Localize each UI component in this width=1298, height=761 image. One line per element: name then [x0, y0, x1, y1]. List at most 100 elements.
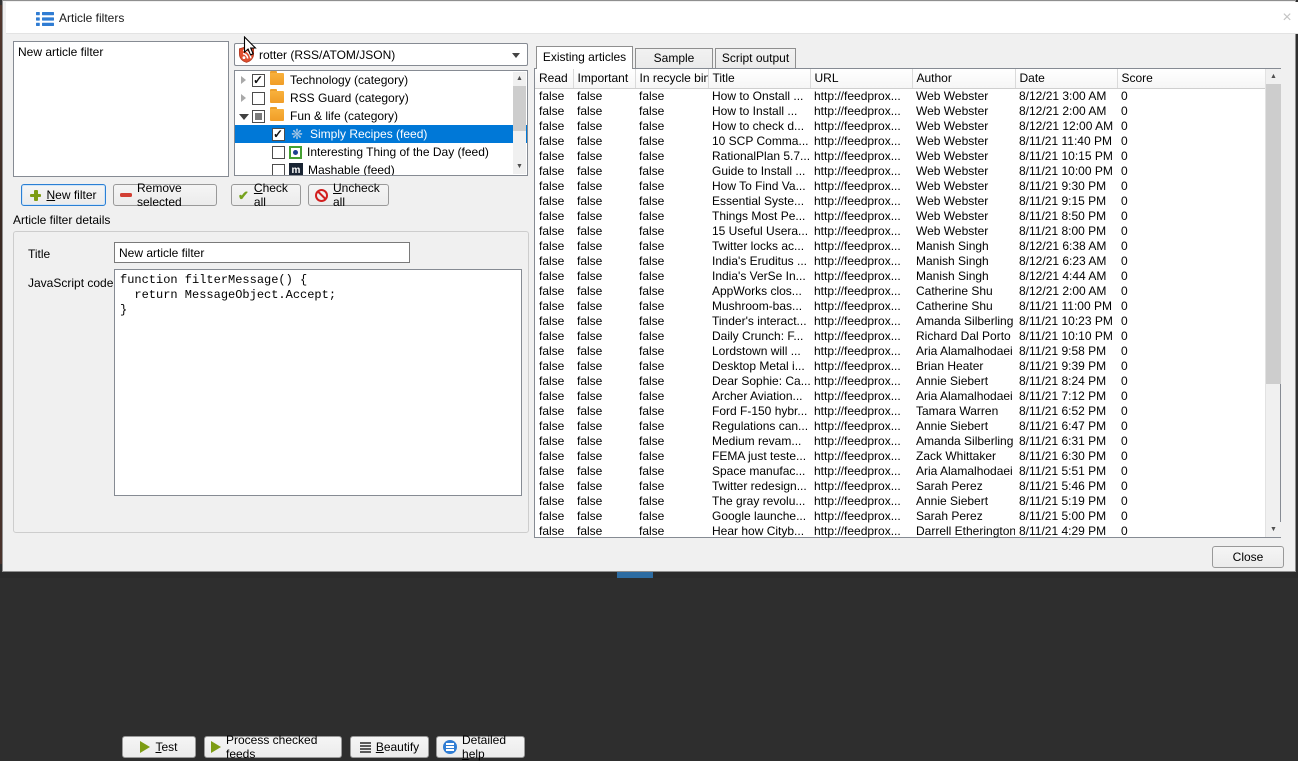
cell-author[interactable]: Web Webster	[912, 224, 1015, 239]
cell-date[interactable]: 8/11/21 10:23 PM	[1015, 314, 1117, 329]
checkbox-checked[interactable]	[272, 128, 285, 141]
cell-important[interactable]: false	[573, 179, 635, 194]
cell-date[interactable]: 8/11/21 5:00 PM	[1015, 509, 1117, 524]
cell-date[interactable]: 8/11/21 10:10 PM	[1015, 329, 1117, 344]
cell-read[interactable]: false	[535, 299, 573, 314]
cell-author[interactable]: Manish Singh	[912, 254, 1015, 269]
cell-read[interactable]: false	[535, 239, 573, 254]
cell-title[interactable]: RationalPlan 5.7...	[708, 149, 810, 164]
cell-important[interactable]: false	[573, 419, 635, 434]
cell-read[interactable]: false	[535, 269, 573, 284]
cell-author[interactable]: Catherine Shu	[912, 299, 1015, 314]
cell-score[interactable]: 0	[1117, 179, 1266, 194]
cell-in-recycle-bin[interactable]: false	[635, 269, 708, 284]
tree-scrollbar[interactable]: ▲ ▼	[513, 72, 526, 174]
table-row[interactable]: falsefalsefalseArcher Aviation...http://…	[535, 389, 1266, 404]
cell-in-recycle-bin[interactable]: false	[635, 389, 708, 404]
cell-read[interactable]: false	[535, 329, 573, 344]
cell-title[interactable]: Twitter redesign...	[708, 479, 810, 494]
column-header-read[interactable]: Read	[535, 69, 573, 88]
title-input[interactable]	[114, 242, 410, 263]
cell-title[interactable]: Desktop Metal i...	[708, 359, 810, 374]
cell-date[interactable]: 8/11/21 8:00 PM	[1015, 224, 1117, 239]
table-row[interactable]: falsefalsefalseThe gray revolu...http://…	[535, 494, 1266, 509]
column-header-date[interactable]: Date	[1015, 69, 1117, 88]
cell-url[interactable]: http://feedprox...	[810, 149, 912, 164]
cell-score[interactable]: 0	[1117, 389, 1266, 404]
cell-author[interactable]: Richard Dal Porto	[912, 329, 1015, 344]
table-row[interactable]: falsefalsefalseThings Most Pe...http://f…	[535, 209, 1266, 224]
cell-author[interactable]: Aria Alamalhodaei	[912, 344, 1015, 359]
cell-title[interactable]: Google launche...	[708, 509, 810, 524]
cell-in-recycle-bin[interactable]: false	[635, 134, 708, 149]
cell-date[interactable]: 8/11/21 6:31 PM	[1015, 434, 1117, 449]
cell-date[interactable]: 8/11/21 6:47 PM	[1015, 419, 1117, 434]
cell-read[interactable]: false	[535, 209, 573, 224]
cell-author[interactable]: Zack Whittaker	[912, 449, 1015, 464]
cell-in-recycle-bin[interactable]: false	[635, 194, 708, 209]
cell-url[interactable]: http://feedprox...	[810, 209, 912, 224]
javascript-code-editor[interactable]: function filterMessage() { return Messag…	[114, 269, 522, 496]
checkbox-unchecked[interactable]	[272, 164, 285, 177]
cell-url[interactable]: http://feedprox...	[810, 119, 912, 134]
cell-score[interactable]: 0	[1117, 254, 1266, 269]
cell-read[interactable]: false	[535, 134, 573, 149]
cell-title[interactable]: Lordstown will ...	[708, 344, 810, 359]
cell-url[interactable]: http://feedprox...	[810, 284, 912, 299]
cell-important[interactable]: false	[573, 134, 635, 149]
cell-read[interactable]: false	[535, 389, 573, 404]
column-header-title[interactable]: Title	[708, 69, 810, 88]
cell-title[interactable]: Ford F-150 hybr...	[708, 404, 810, 419]
scroll-down-icon[interactable]: ▼	[513, 160, 526, 174]
cell-in-recycle-bin[interactable]: false	[635, 209, 708, 224]
cell-url[interactable]: http://feedprox...	[810, 479, 912, 494]
cell-score[interactable]: 0	[1117, 509, 1266, 524]
cell-date[interactable]: 8/11/21 4:29 PM	[1015, 524, 1117, 539]
cell-important[interactable]: false	[573, 88, 635, 104]
table-row[interactable]: falsefalsefalse10 SCP Comma...http://fee…	[535, 134, 1266, 149]
tree-item[interactable]: mMashable (feed)	[235, 161, 527, 176]
cell-url[interactable]: http://feedprox...	[810, 164, 912, 179]
cell-important[interactable]: false	[573, 239, 635, 254]
cell-read[interactable]: false	[535, 314, 573, 329]
cell-date[interactable]: 8/11/21 5:46 PM	[1015, 479, 1117, 494]
cell-in-recycle-bin[interactable]: false	[635, 494, 708, 509]
cell-important[interactable]: false	[573, 479, 635, 494]
table-row[interactable]: falsefalsefalseFEMA just teste...http://…	[535, 449, 1266, 464]
cell-author[interactable]: Darrell Etherington	[912, 524, 1015, 539]
expander-expanded-icon[interactable]	[238, 110, 250, 122]
cell-in-recycle-bin[interactable]: false	[635, 524, 708, 539]
column-header-url[interactable]: URL	[810, 69, 912, 88]
cell-title[interactable]: India's Eruditus ...	[708, 254, 810, 269]
cell-read[interactable]: false	[535, 419, 573, 434]
cell-important[interactable]: false	[573, 329, 635, 344]
cell-read[interactable]: false	[535, 374, 573, 389]
cell-read[interactable]: false	[535, 479, 573, 494]
table-row[interactable]: falsefalsefalseHow To Find Va...http://f…	[535, 179, 1266, 194]
cell-in-recycle-bin[interactable]: false	[635, 284, 708, 299]
cell-important[interactable]: false	[573, 464, 635, 479]
cell-date[interactable]: 8/11/21 8:50 PM	[1015, 209, 1117, 224]
cell-title[interactable]: Essential Syste...	[708, 194, 810, 209]
cell-url[interactable]: http://feedprox...	[810, 374, 912, 389]
cell-author[interactable]: Aria Alamalhodaei	[912, 464, 1015, 479]
cell-score[interactable]: 0	[1117, 404, 1266, 419]
cell-in-recycle-bin[interactable]: false	[635, 359, 708, 374]
cell-title[interactable]: Tinder's interact...	[708, 314, 810, 329]
cell-read[interactable]: false	[535, 119, 573, 134]
table-row[interactable]: falsefalsefalseDesktop Metal i...http://…	[535, 359, 1266, 374]
cell-title[interactable]: Things Most Pe...	[708, 209, 810, 224]
cell-in-recycle-bin[interactable]: false	[635, 314, 708, 329]
cell-title[interactable]: How to Install ...	[708, 104, 810, 119]
cell-url[interactable]: http://feedprox...	[810, 314, 912, 329]
process-checked-feeds-button[interactable]: Process checked feeds	[204, 736, 342, 758]
tab-script-output[interactable]: Script output	[715, 48, 796, 69]
cell-score[interactable]: 0	[1117, 119, 1266, 134]
cell-read[interactable]: false	[535, 224, 573, 239]
cell-in-recycle-bin[interactable]: false	[635, 119, 708, 134]
cell-author[interactable]: Annie Siebert	[912, 419, 1015, 434]
cell-important[interactable]: false	[573, 164, 635, 179]
cell-important[interactable]: false	[573, 374, 635, 389]
cell-important[interactable]: false	[573, 494, 635, 509]
cell-in-recycle-bin[interactable]: false	[635, 104, 708, 119]
